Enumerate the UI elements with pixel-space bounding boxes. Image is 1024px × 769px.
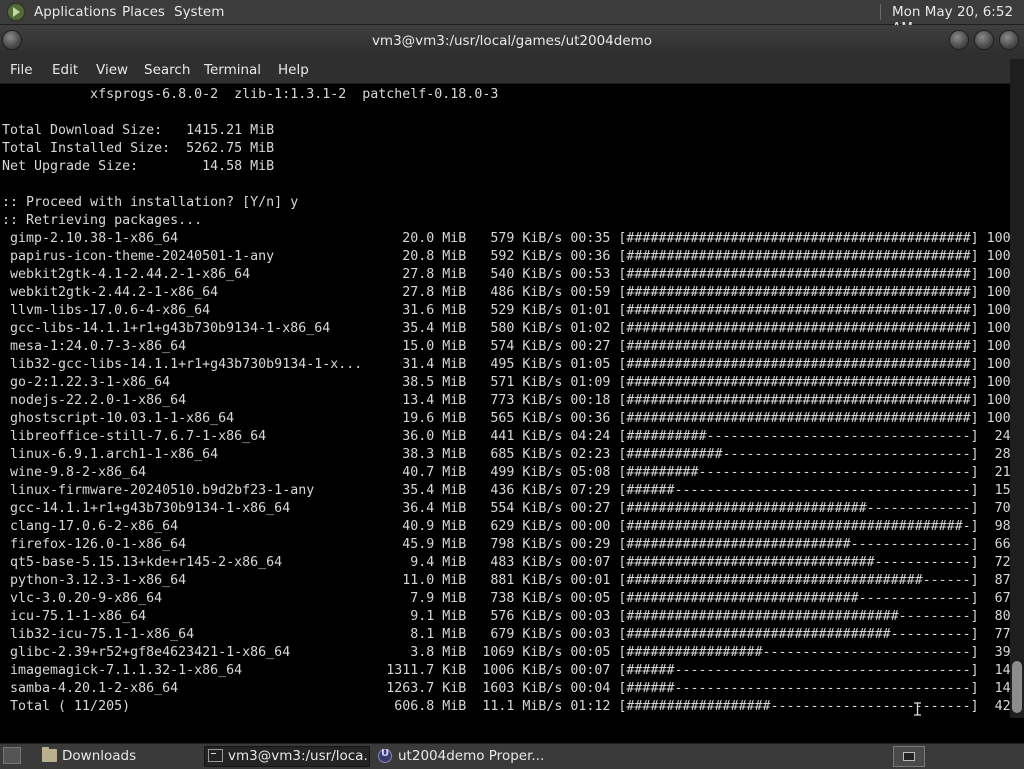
menu-edit[interactable]: Edit: [52, 62, 78, 78]
window-title: vm3@vm3:/usr/local/games/ut2004demo: [371, 33, 653, 49]
ut2004-icon: [378, 748, 392, 763]
scrollbar-thumb[interactable]: [1012, 661, 1022, 713]
system-menu[interactable]: System: [174, 4, 224, 20]
terminal-text: xfsprogs-6.8.0-2 zlib-1:1.3.1-2 patchelf…: [2, 87, 1010, 714]
terminal-scrollbar[interactable]: [1010, 59, 1024, 718]
gnome-foot-icon[interactable]: [7, 3, 25, 21]
menu-help[interactable]: Help: [278, 62, 309, 78]
close-button[interactable]: [1000, 31, 1018, 49]
menu-file[interactable]: File: [10, 62, 33, 78]
bottom-panel: Downloads vm3@vm3:/usr/loca... ut2004dem…: [0, 743, 1024, 769]
window-titlebar[interactable]: vm3@vm3:/usr/local/games/ut2004demo: [0, 25, 1024, 56]
taskbar-item-label: vm3@vm3:/usr/loca...: [228, 748, 368, 764]
menu-view[interactable]: View: [96, 62, 128, 78]
folder-icon: [42, 747, 57, 762]
taskbar-item-ut2004demo[interactable]: ut2004demo Proper...: [374, 746, 544, 767]
panel-separator: [880, 4, 881, 20]
show-desktop-icon[interactable]: [3, 747, 21, 764]
taskbar-item-label: Downloads: [62, 748, 137, 764]
ibeam-cursor-icon: [914, 702, 921, 716]
terminal-output[interactable]: xfsprogs-6.8.0-2 zlib-1:1.3.1-2 patchelf…: [0, 84, 1010, 743]
menubar: File Edit View Search Terminal Help: [0, 56, 1024, 84]
menu-terminal[interactable]: Terminal: [204, 62, 261, 78]
top-panel: Applications Places System Mon May 20, 6…: [0, 0, 1024, 36]
places-menu[interactable]: Places: [122, 4, 165, 20]
taskbar-item-terminal[interactable]: vm3@vm3:/usr/loca...: [204, 746, 370, 767]
terminal-icon: [208, 749, 223, 762]
maximize-button[interactable]: [975, 31, 993, 49]
terminal-window: vm3@vm3:/usr/local/games/ut2004demo File…: [0, 25, 1024, 743]
workspace-switcher[interactable]: [893, 746, 925, 767]
menu-search[interactable]: Search: [144, 62, 190, 78]
taskbar-item-label: ut2004demo Proper...: [398, 748, 545, 764]
applications-menu[interactable]: Applications: [34, 4, 116, 20]
minimize-button[interactable]: [950, 31, 968, 49]
taskbar-item-downloads[interactable]: Downloads: [38, 746, 198, 767]
